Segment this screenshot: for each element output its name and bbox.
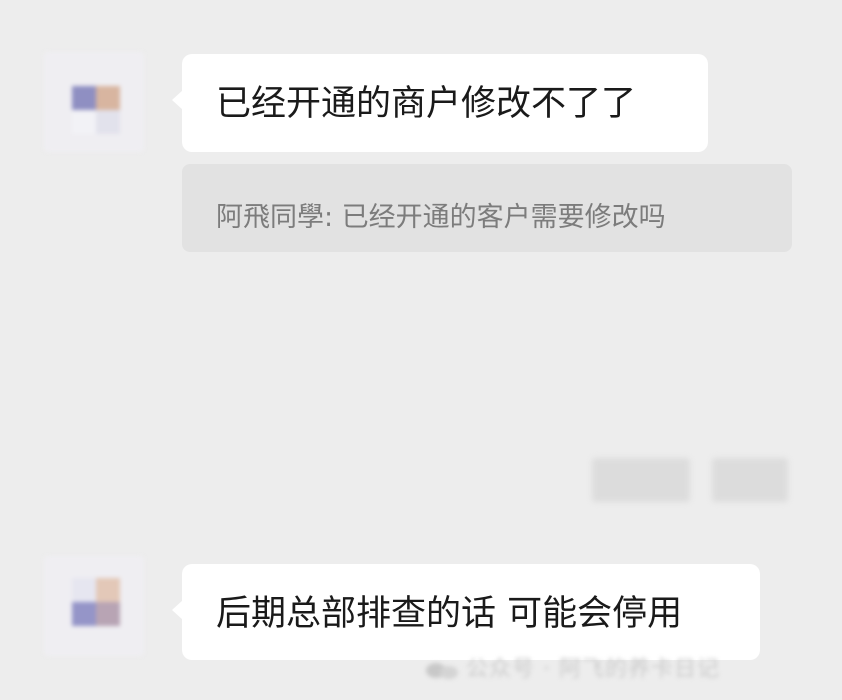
avatar[interactable] — [44, 556, 144, 656]
wechat-icon — [426, 661, 460, 679]
redacted-timestamp-right — [712, 458, 788, 502]
bubble-tail — [172, 90, 183, 110]
watermark: 公众号 · 阿飞的养卡日记 — [426, 651, 720, 683]
message-bubble[interactable]: 已经开通的商户修改不了了 — [172, 54, 708, 152]
quoted-message[interactable]: 阿飛同學: 已经开通的客户需要修改吗 — [182, 164, 792, 252]
message-text: 已经开通的商户修改不了了 — [216, 84, 637, 124]
redacted-timestamp-left — [592, 458, 690, 502]
quoted-message-text: 阿飛同學: 已经开通的客户需要修改吗 — [216, 202, 666, 233]
avatar[interactable] — [44, 52, 144, 152]
message-bubble[interactable]: 后期总部排查的话 可能会停用 — [172, 564, 760, 660]
bubble-tail — [172, 600, 183, 620]
message-text: 后期总部排查的话 可能会停用 — [216, 594, 683, 634]
watermark-text: 公众号 · 阿飞的养卡日记 — [466, 657, 720, 682]
